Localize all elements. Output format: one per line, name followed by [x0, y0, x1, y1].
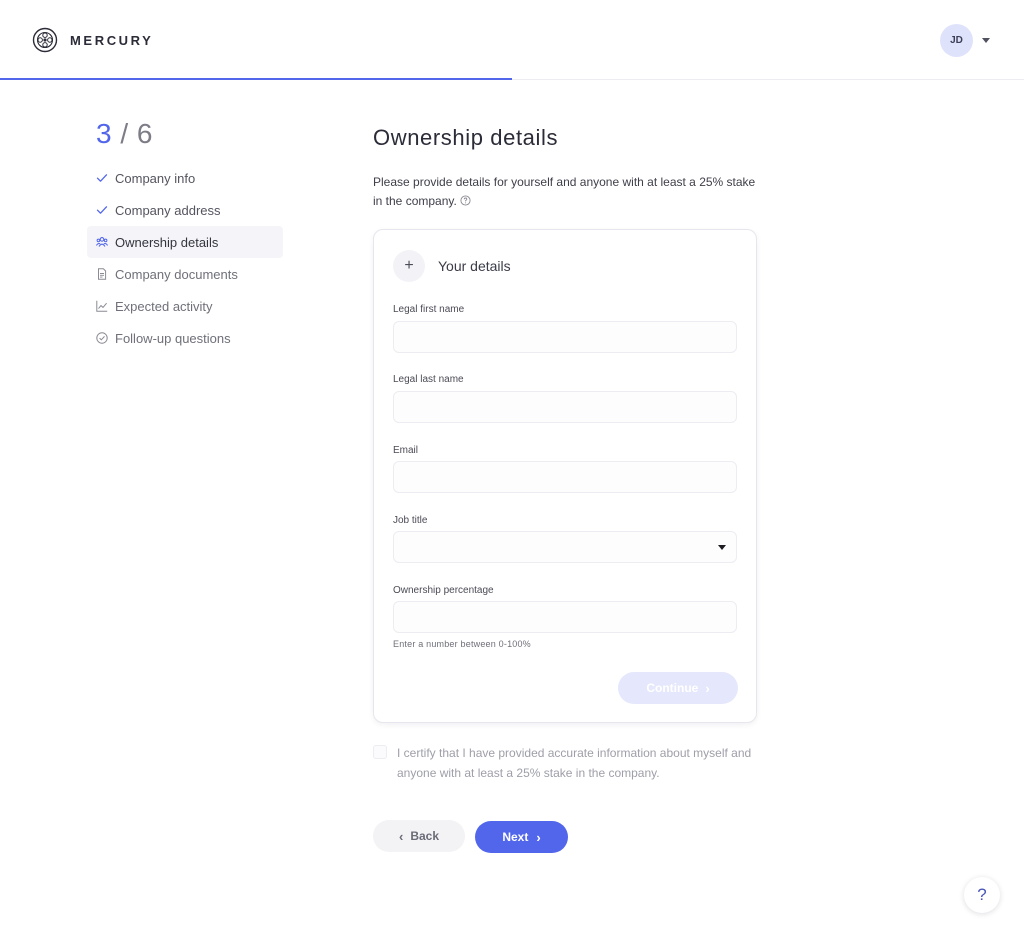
expand-button[interactable]: +: [393, 250, 425, 282]
top-bar: MERCURY JD: [0, 0, 1024, 80]
email-label: Email: [393, 445, 419, 456]
step-separator: /: [120, 118, 129, 149]
logo[interactable]: MERCURY: [32, 27, 153, 53]
caret-down-icon: [718, 545, 726, 550]
page-title: Ownership details: [373, 125, 559, 150]
chevron-down-icon[interactable]: [982, 38, 990, 43]
ownership-hint: Enter a number between 0-100%: [393, 639, 531, 649]
card-title: Your details: [438, 258, 511, 274]
chart-icon: [96, 300, 108, 312]
job-title-label: Job title: [393, 515, 428, 526]
chevron-right-icon: ›: [705, 680, 710, 696]
chevron-left-icon: ‹: [398, 828, 404, 844]
job-title-select[interactable]: [393, 531, 737, 563]
document-icon: [98, 268, 107, 280]
intro-copy: Please provide details for yourself and …: [373, 175, 756, 208]
step-company-documents[interactable]: Company documents: [87, 258, 283, 290]
step-total: 6: [136, 118, 153, 149]
owner-details-card: + Your details Legal first name Legal la…: [373, 229, 757, 723]
continue-button[interactable]: Continue ›: [618, 672, 738, 704]
next-button[interactable]: Next ›: [475, 821, 568, 853]
last-name-label: Legal last name: [393, 374, 464, 385]
help-button[interactable]: ?: [964, 877, 1000, 913]
user-menu[interactable]: JD: [940, 24, 990, 57]
step-ownership-details[interactable]: Ownership details: [87, 226, 283, 258]
mercury-logo-icon: [32, 27, 58, 53]
help-circle-icon[interactable]: [460, 195, 471, 206]
step-company-address[interactable]: Company address: [87, 194, 283, 226]
last-name-input[interactable]: [393, 391, 737, 423]
brand-name: MERCURY: [70, 32, 154, 48]
ownership-percentage-input[interactable]: [393, 601, 737, 633]
next-label: Next: [502, 830, 529, 844]
first-name-label: Legal first name: [393, 304, 465, 315]
check-icon: [96, 206, 108, 214]
ownership-percentage-label: Ownership percentage: [393, 585, 494, 596]
step-label: Follow-up questions: [115, 330, 231, 346]
step-current: 3: [96, 118, 113, 149]
certify-checkbox[interactable]: [373, 745, 387, 759]
check-circle-icon: [96, 332, 108, 344]
avatar[interactable]: JD: [940, 24, 973, 57]
back-label: Back: [410, 829, 440, 843]
plus-icon: +: [404, 257, 414, 274]
back-button[interactable]: ‹ Back: [373, 820, 465, 852]
step-company-info[interactable]: Company info: [87, 162, 283, 194]
certify-row: I certify that I have provided accurate …: [373, 743, 763, 783]
email-field[interactable]: [393, 461, 737, 493]
first-name-input[interactable]: [393, 321, 737, 353]
step-label: Expected activity: [115, 298, 213, 314]
certify-text: I certify that I have provided accurate …: [397, 746, 752, 780]
intro-text: Please provide details for yourself and …: [373, 173, 763, 211]
step-follow-up-questions[interactable]: Follow-up questions: [87, 322, 283, 354]
question-mark-icon: ?: [977, 885, 987, 904]
card-header: + Your details: [393, 250, 511, 282]
check-icon: [96, 174, 108, 182]
step-label: Company info: [115, 170, 196, 186]
progress-bar: [0, 78, 512, 80]
step-label: Company documents: [115, 266, 238, 282]
people-icon: [96, 237, 108, 247]
continue-label: Continue: [646, 681, 699, 695]
chevron-right-icon: ›: [536, 829, 541, 845]
step-list: Company info Company address Ownership d…: [87, 162, 283, 354]
step-expected-activity[interactable]: Expected activity: [87, 290, 283, 322]
step-label: Ownership details: [115, 234, 219, 250]
step-label: Company address: [115, 202, 221, 218]
step-counter: 3 / 6: [96, 118, 153, 150]
